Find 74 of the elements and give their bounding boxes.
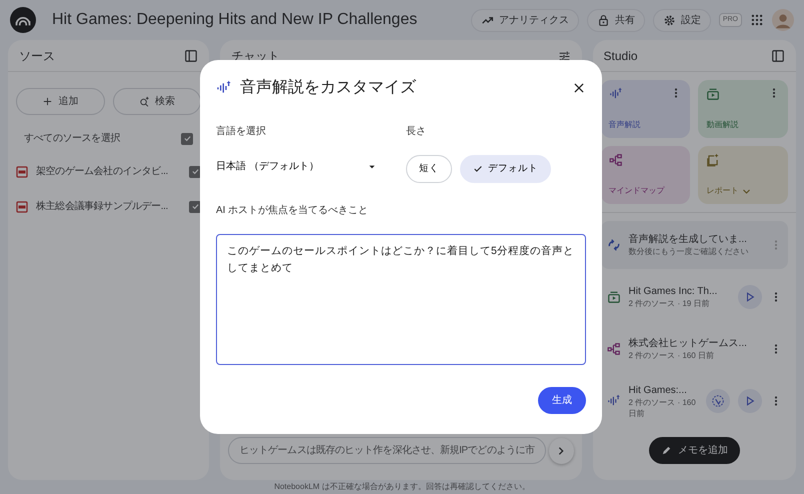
plus-icon — [42, 96, 54, 107]
logo-icon — [10, 7, 36, 33]
play-icon — [745, 396, 755, 406]
hand-icon — [711, 394, 725, 408]
play-button[interactable] — [738, 285, 762, 309]
search-source-button[interactable]: 検索 — [112, 88, 202, 115]
panel-title: Studio — [604, 48, 638, 64]
generating-icon — [606, 238, 621, 252]
add-source-button[interactable]: 追加 — [16, 88, 105, 115]
studio-item[interactable]: Hit Games:... 2 件のソース · 160 日前 — [600, 377, 788, 425]
length-option[interactable]: 短く — [406, 155, 452, 184]
checkbox[interactable] — [189, 200, 202, 212]
chevron-down-icon — [742, 186, 752, 196]
field-label: 言語を選択 — [216, 124, 267, 139]
source-name[interactable]: 架空のゲーム会社のインタビ... — [36, 164, 182, 179]
share-button[interactable]: 共有 — [586, 8, 645, 32]
item-title: 株式会社ヒットゲームス... — [628, 336, 748, 352]
check-icon — [473, 164, 483, 174]
generating-item[interactable]: 音声解説を生成していま... 数分後にもう一度ご確認ください — [600, 221, 788, 269]
panel-title: ソース — [19, 48, 55, 64]
item-subtitle: 数分後にもう一度ご確認ください — [628, 247, 750, 258]
audio-icon — [606, 394, 621, 408]
tune-icon[interactable] — [558, 50, 571, 62]
pencil-icon — [660, 445, 672, 456]
interactive-button[interactable] — [706, 389, 730, 413]
video-icon — [606, 290, 621, 304]
select-all-label: すべてのソースを選択 — [24, 132, 120, 146]
panel-toggle-icon[interactable] — [184, 48, 198, 62]
item-title: 音声解説を生成していま... — [628, 232, 748, 247]
add-note-button[interactable]: メモを追加 — [648, 437, 740, 464]
mindmap-icon — [608, 153, 623, 167]
panel-toggle-icon[interactable] — [771, 48, 785, 62]
language-select[interactable]: 日本語 （デフォルト） — [216, 155, 376, 178]
item-subtitle: 2 件のソース · 160 日前 — [628, 351, 715, 362]
mindmap-icon — [606, 342, 621, 356]
notebook-title: Hit Games: Deepening Hits and New IP Challenges — [52, 10, 418, 30]
field-label: AI ホストが焦点を当てるべきこと — [216, 204, 370, 218]
close-icon[interactable] — [572, 81, 586, 95]
chevron-icon — [556, 446, 566, 456]
report-tile[interactable]: レポート — [698, 146, 788, 204]
settings-icon — [662, 14, 676, 26]
item-title: Hit Games:... — [628, 384, 688, 398]
pdf-icon — [16, 200, 28, 212]
audio-icon — [608, 87, 623, 101]
audio-tile[interactable]: 音声解説 — [600, 80, 690, 138]
studio-item[interactable]: 株式会社ヒットゲームス... 2 件のソース · 160 日前 — [600, 325, 788, 373]
disclaimer-text: NotebookLM は不正確な場合があります。回答は再確認してください。 — [273, 481, 531, 493]
checkbox[interactable] — [189, 166, 202, 178]
source-name[interactable]: 株主総会議事録サンプルデー... — [36, 199, 182, 214]
check-icon — [182, 134, 192, 143]
item-subtitle: 2 件のソース · 19 日前 — [628, 299, 710, 310]
report-icon — [706, 153, 720, 167]
studio-item[interactable]: Hit Games Inc: Th... 2 件のソース · 19 日前 — [600, 273, 788, 321]
lock-icon — [596, 14, 610, 26]
search-icon — [139, 96, 150, 107]
dropdown-caret-icon — [368, 162, 376, 170]
length-option[interactable]: デフォルト — [460, 155, 551, 184]
checkbox[interactable] — [181, 132, 194, 144]
play-icon — [745, 292, 755, 302]
settings-button[interactable]: 設定 — [652, 8, 711, 32]
focus-text-field[interactable]: このゲームのセールスポイントはどこか？に着目して5分程度の音声としてまとめて — [216, 234, 586, 366]
apps-grid-icon[interactable] — [750, 13, 764, 27]
video-tile[interactable]: 動画解説 — [698, 80, 788, 138]
item-title: Hit Games Inc: Th... — [628, 285, 718, 300]
analytics-button[interactable]: アナリティクス — [470, 8, 579, 32]
pdf-icon — [16, 166, 28, 178]
field-label: 長さ — [406, 125, 427, 139]
item-subtitle: 2 件のソース · 160 日前 — [628, 398, 697, 419]
dialog-title: 音声解説をカスタマイズ — [240, 78, 417, 98]
mindmap-tile[interactable]: マインドマップ — [600, 146, 690, 204]
generate-button[interactable]: 生成 — [538, 387, 586, 414]
chat-input[interactable]: ヒットゲームスは既存のヒット作を深化させ、新規IPでどのように市 — [228, 437, 546, 464]
video-icon — [706, 87, 720, 101]
play-button[interactable] — [738, 389, 762, 413]
